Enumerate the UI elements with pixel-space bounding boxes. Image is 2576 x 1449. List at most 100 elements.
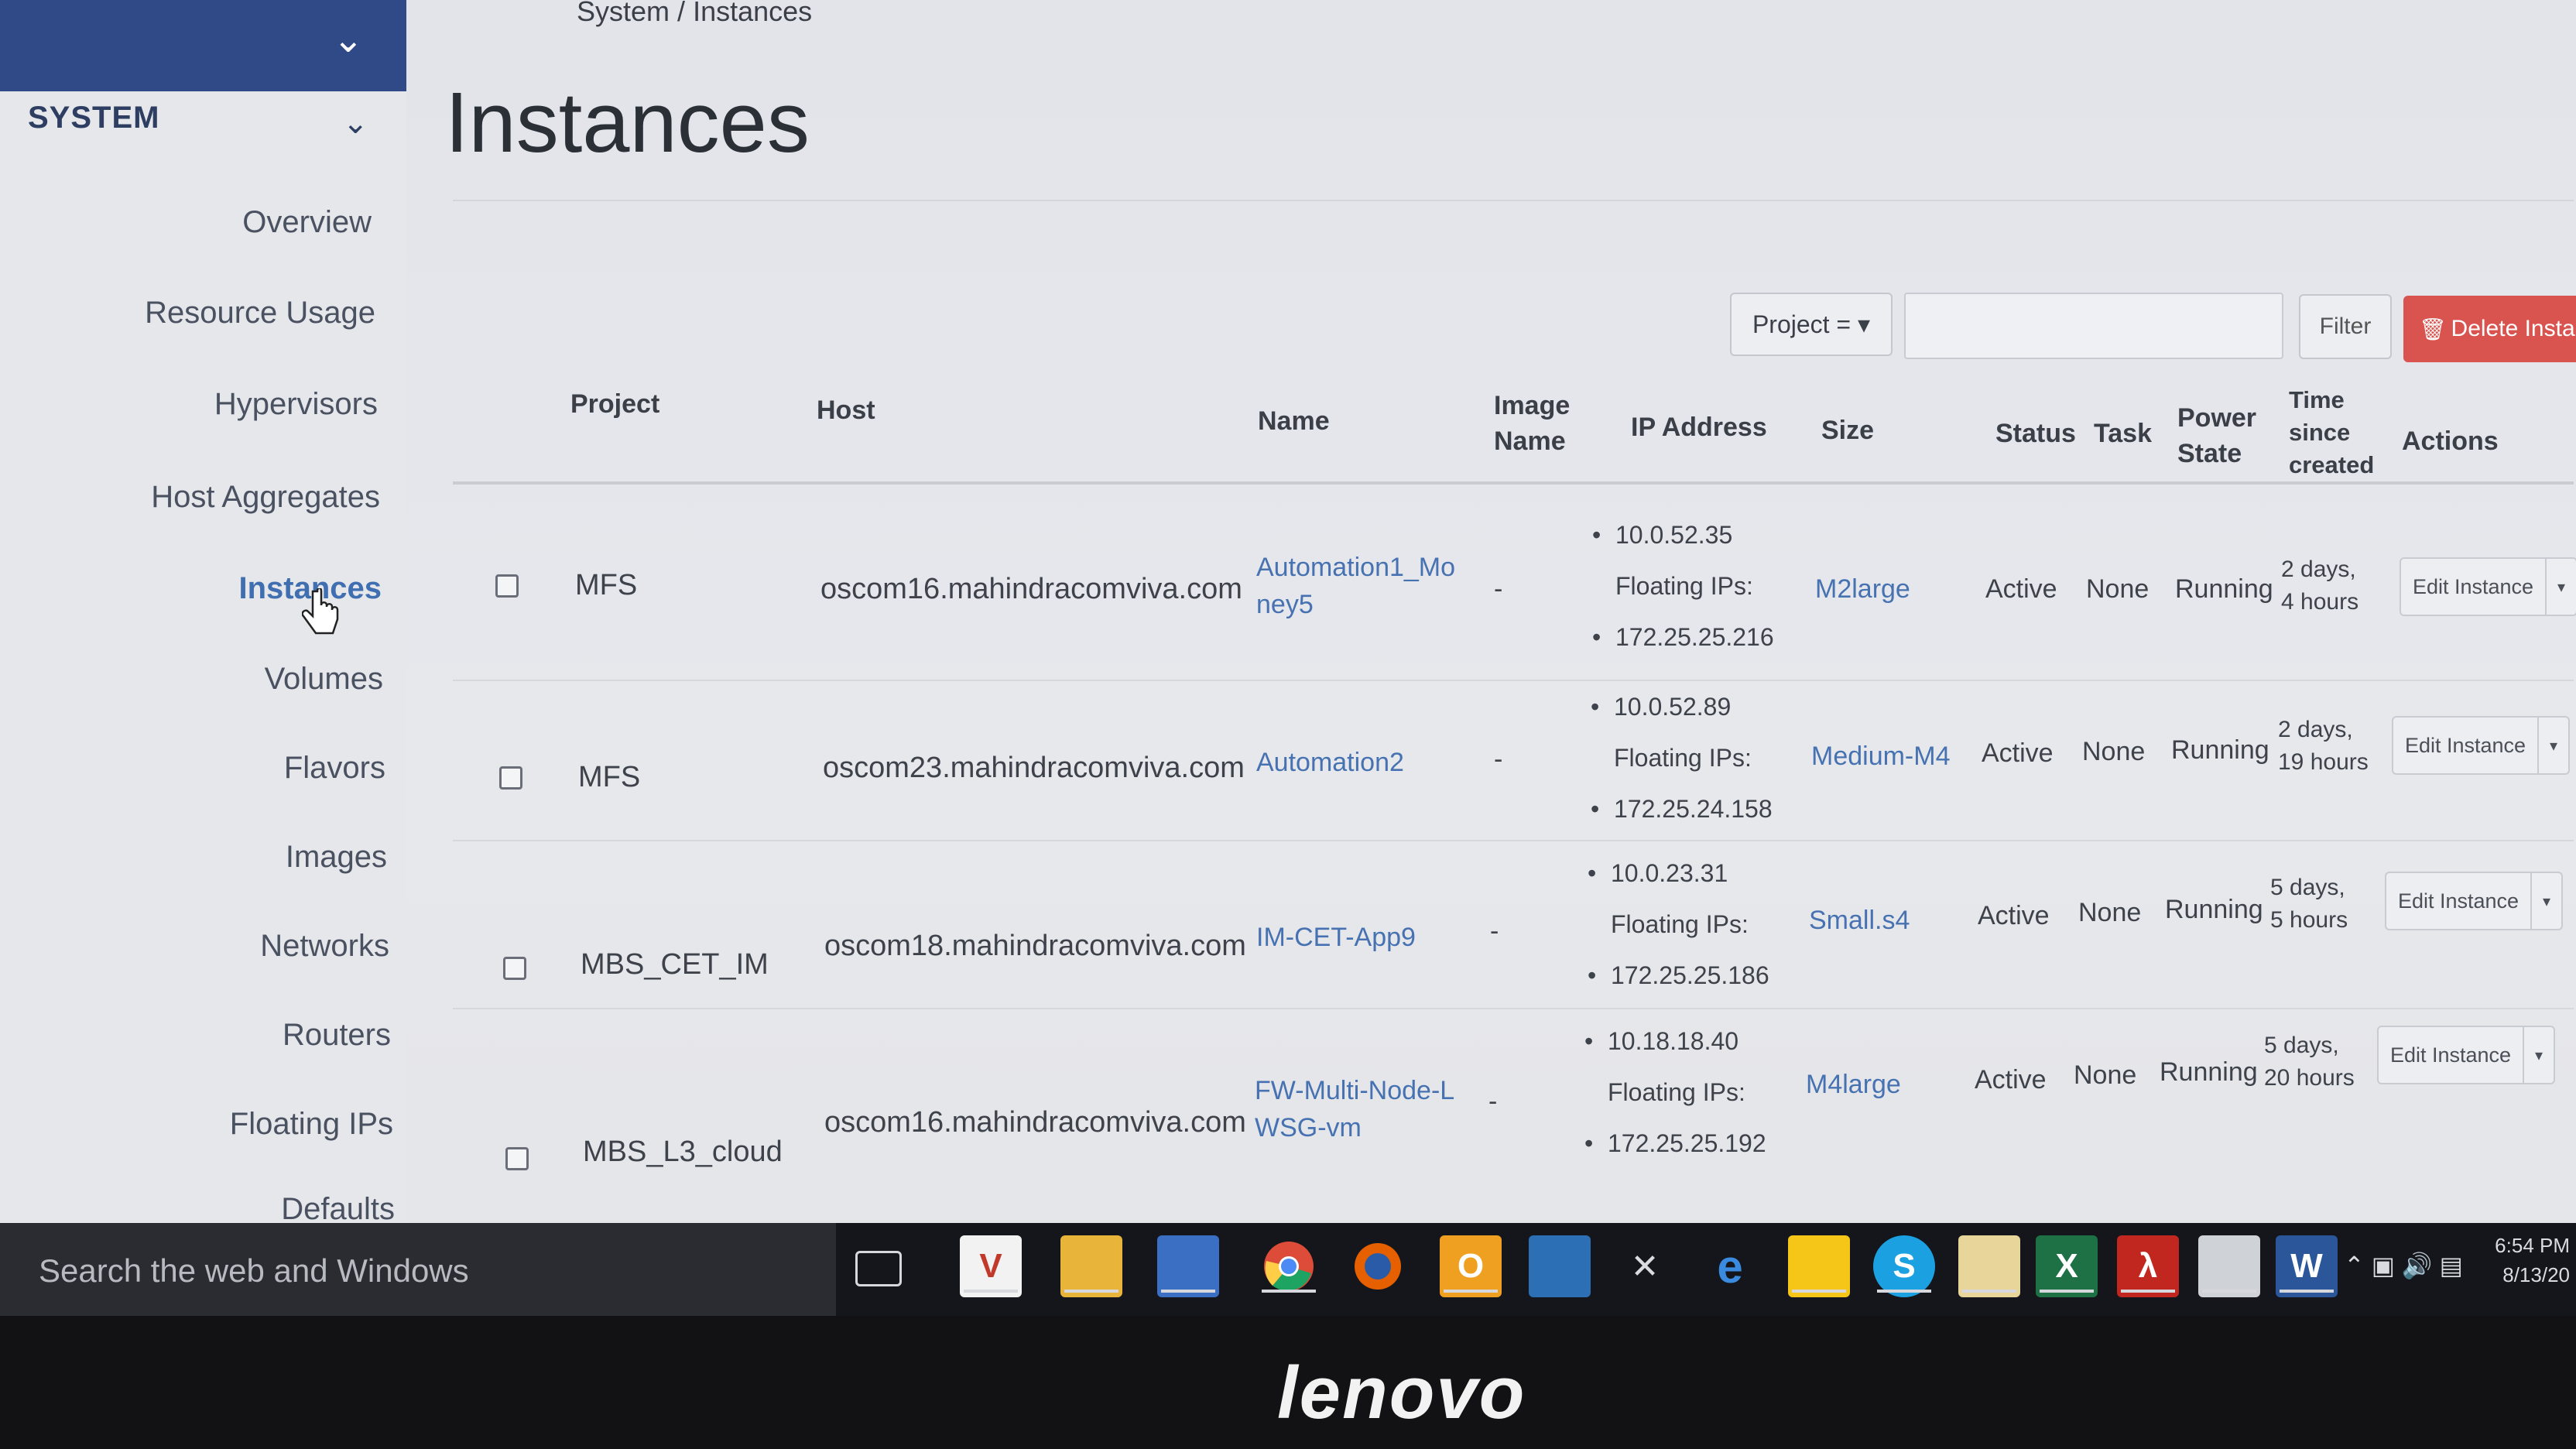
cell-host: oscom16.mahindracomviva.com	[824, 1106, 1246, 1139]
sidebar-item-networks[interactable]: Networks	[260, 929, 389, 964]
internet-explorer-icon[interactable]: e	[1699, 1235, 1761, 1297]
actions-dropdown-caret-icon[interactable]: ▾	[2524, 1026, 2555, 1084]
sidebar-item-hypervisors[interactable]: Hypervisors	[214, 387, 378, 422]
notepad-icon[interactable]	[2198, 1235, 2260, 1297]
snipping-icon[interactable]: ✕	[1614, 1235, 1676, 1297]
cell-size-link[interactable]: Small.s4	[1809, 903, 1910, 940]
cell-size-link[interactable]: M4large	[1806, 1067, 1901, 1104]
sidebar-section-label: SYSTEM	[28, 101, 160, 135]
fixed-ip: 10.0.52.89	[1614, 693, 1732, 721]
time-line1: 5 days,	[2264, 1033, 2339, 1058]
cell-instance-name-link[interactable]: Automation1_Mo ney5	[1256, 550, 1455, 623]
chevron-down-icon[interactable]: ⌄	[333, 22, 364, 59]
header-time-line1: Time	[2289, 386, 2345, 413]
network-status-icon[interactable]: ▣	[2372, 1252, 2395, 1279]
actions-dropdown-caret-icon[interactable]: ▾	[2532, 872, 2563, 930]
cell-status: Active	[1982, 738, 2054, 768]
header-image-name[interactable]: Image Name	[1494, 389, 1570, 460]
bullet-icon: •	[1592, 521, 1601, 549]
cell-image-name: -	[1490, 916, 1499, 946]
delete-instances-button[interactable]: 🗑 Delete Instance	[2403, 296, 2576, 362]
chrome-icon[interactable]	[1258, 1235, 1320, 1297]
cell-size-link[interactable]: M2large	[1815, 571, 1910, 608]
header-size[interactable]: Size	[1821, 413, 1874, 449]
header-time-since-created[interactable]: Time since created	[2289, 384, 2374, 481]
file-explorer-icon[interactable]	[1060, 1235, 1122, 1297]
row-checkbox[interactable]	[505, 1147, 529, 1170]
sidebar-item-defaults[interactable]: Defaults	[281, 1192, 395, 1227]
filter-input[interactable]	[1904, 293, 2283, 359]
header-status[interactable]: Status	[1995, 416, 2076, 452]
cell-size-link[interactable]: Medium-M4	[1811, 738, 1950, 776]
header-project[interactable]: Project	[570, 387, 659, 423]
cell-instance-name-link[interactable]: FW-Multi-Node-L WSG-vm	[1255, 1073, 1454, 1146]
cell-ip-address: • 10.0.23.31 Floating IPs: • 172.25.25.186	[1588, 848, 1769, 1001]
time-line2: 5 hours	[2270, 907, 2348, 933]
header-ip-address[interactable]: IP Address	[1631, 410, 1767, 446]
floating-ip: 172.25.25.216	[1615, 623, 1774, 651]
header-name[interactable]: Name	[1258, 404, 1330, 440]
pdf-icon[interactable]: λ	[2117, 1235, 2179, 1297]
breadcrumb-system[interactable]: System	[577, 0, 670, 27]
notifications-icon[interactable]: ▤	[2440, 1252, 2463, 1279]
outlook-icon[interactable]: O	[1440, 1235, 1502, 1297]
edit-instance-button[interactable]: Edit Instance	[2392, 716, 2539, 775]
fixed-ip: 10.18.18.40	[1608, 1027, 1739, 1055]
sidebar-item-volumes[interactable]: Volumes	[265, 662, 383, 697]
taskbar-clock[interactable]: 6:54 PM 8/13/20	[2495, 1231, 2570, 1290]
firefox-icon[interactable]	[1347, 1235, 1409, 1297]
word-icon[interactable]: W	[2276, 1235, 2338, 1297]
chevron-down-icon[interactable]: ⌄	[342, 105, 368, 141]
edit-instance-button[interactable]: Edit Instance	[2377, 1026, 2524, 1084]
cell-task: None	[2082, 737, 2146, 766]
sidebar-item-routers[interactable]: Routers	[283, 1018, 391, 1053]
taskbar-search-box[interactable]: Search the web and Windows	[0, 1223, 836, 1316]
skype-icon[interactable]: S	[1873, 1235, 1935, 1297]
row-divider	[453, 680, 2574, 681]
actions-dropdown-caret-icon[interactable]: ▾	[2547, 557, 2576, 616]
header-power-state[interactable]: Power State	[2177, 401, 2256, 472]
sidebar-item-overview[interactable]: Overview	[242, 205, 372, 240]
floating-ips-label: Floating IPs:	[1608, 1078, 1745, 1106]
row-checkbox[interactable]	[495, 574, 519, 598]
time-line2: 19 hours	[2278, 749, 2369, 775]
cell-instance-name-link[interactable]: IM-CET-App9	[1256, 920, 1416, 957]
header-host[interactable]: Host	[817, 393, 875, 429]
edit-instance-button[interactable]: Edit Instance	[2400, 557, 2547, 616]
bullet-icon: •	[1588, 859, 1597, 887]
cell-power-state: Running	[2160, 1057, 2258, 1087]
task-view-icon[interactable]	[855, 1251, 902, 1286]
row-checkbox[interactable]	[499, 766, 522, 790]
vc-icon[interactable]: V	[960, 1235, 1022, 1297]
floating-ips-label: Floating IPs:	[1614, 744, 1752, 772]
sidebar-item-flavors[interactable]: Flavors	[284, 751, 385, 786]
sidebar-item-host-aggregates[interactable]: Host Aggregates	[151, 480, 380, 515]
actions-dropdown-caret-icon[interactable]: ▾	[2539, 716, 2570, 775]
app-icon[interactable]	[1788, 1235, 1850, 1297]
clock-time: 6:54 PM	[2495, 1234, 2570, 1257]
sidebar-item-images[interactable]: Images	[286, 840, 387, 875]
breadcrumb-separator: /	[677, 0, 686, 27]
folder-icon[interactable]	[1958, 1235, 2020, 1297]
show-hidden-icons-icon[interactable]: ⌃	[2344, 1252, 2365, 1279]
volume-icon[interactable]: 🔊	[2402, 1252, 2433, 1279]
filter-button[interactable]: Filter	[2299, 294, 2392, 359]
tray-icons[interactable]: ⌃ ▣ 🔊 ▤	[2344, 1251, 2463, 1280]
floating-ip: 172.25.25.186	[1611, 961, 1769, 989]
sidebar-item-resource-usage[interactable]: Resource Usage	[145, 296, 375, 331]
project-filter-dropdown[interactable]: Project = ▾	[1730, 293, 1893, 356]
row-divider	[453, 1008, 2574, 1009]
row-checkbox[interactable]	[503, 957, 526, 980]
header-time-line3: created	[2289, 450, 2375, 478]
network-icon[interactable]	[1157, 1235, 1219, 1297]
sidebar-section-system[interactable]: SYSTEM ⌄	[28, 101, 368, 147]
sidebar-top-bar[interactable]: ⌄	[0, 0, 406, 91]
header-task[interactable]: Task	[2094, 416, 2152, 452]
remote-desktop-icon[interactable]	[1529, 1235, 1591, 1297]
excel-icon[interactable]: X	[2036, 1235, 2098, 1297]
cell-instance-name-link[interactable]: Automation2	[1256, 745, 1404, 782]
sidebar-item-floating-ips[interactable]: Floating IPs	[230, 1107, 393, 1142]
windows-taskbar: Search the web and Windows V O ✕ e S X λ…	[0, 1223, 2576, 1316]
edit-instance-button[interactable]: Edit Instance	[2385, 872, 2532, 930]
time-line1: 2 days,	[2281, 557, 2356, 582]
